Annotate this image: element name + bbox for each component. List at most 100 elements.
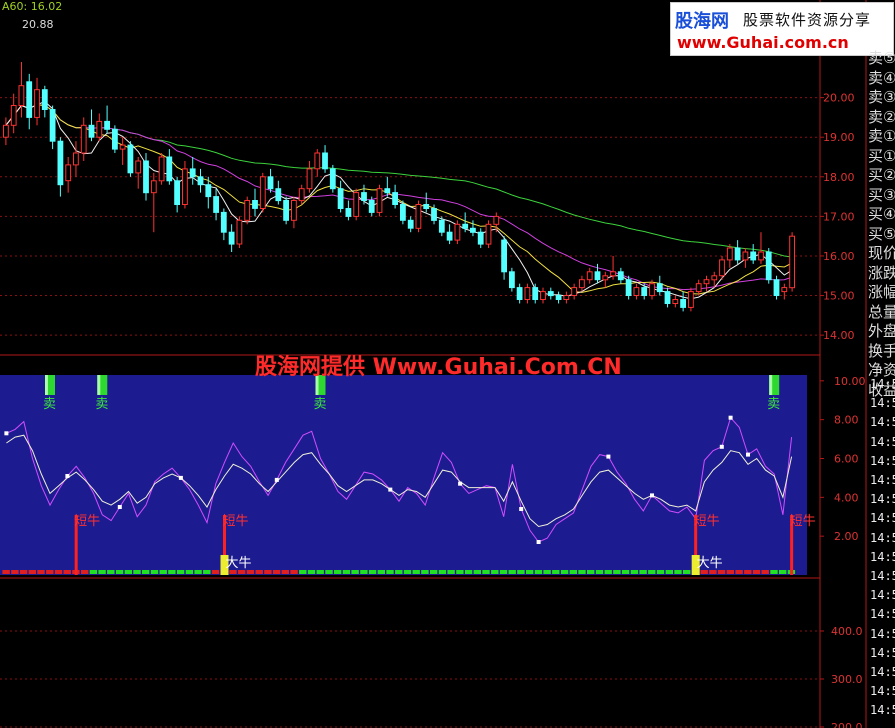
signal-strip-cell xyxy=(526,570,534,574)
signal-strip-cell xyxy=(656,570,665,574)
signal-strip-cell xyxy=(421,570,429,574)
indicator-dot xyxy=(388,487,393,492)
signal-strip-cell xyxy=(107,570,115,574)
sell-signal-label: 卖 xyxy=(95,397,108,412)
candle-body xyxy=(104,120,110,130)
signal-strip-cell xyxy=(124,570,132,574)
signal-strip-cell xyxy=(150,570,159,574)
signal-strip-cell xyxy=(552,570,560,574)
candle-body xyxy=(259,176,266,210)
candle-body xyxy=(244,200,251,221)
candle-body xyxy=(656,283,663,293)
sell-signal-highlight xyxy=(769,375,773,395)
candle-body xyxy=(524,287,531,301)
signal-strip-cell xyxy=(752,570,761,574)
sell-signal-highlight xyxy=(45,375,48,395)
time-label: 14:5 xyxy=(870,569,895,584)
candle-body xyxy=(361,192,367,202)
indicator-dot xyxy=(4,431,9,436)
ma20-line xyxy=(5,104,793,291)
signal-strip-cell xyxy=(517,570,525,574)
candle-body xyxy=(236,219,243,245)
signal-strip-cell xyxy=(674,570,682,574)
candle-body xyxy=(88,124,95,138)
indicator-dot xyxy=(178,475,183,480)
candle-body xyxy=(205,184,212,198)
quote-label: 卖① xyxy=(868,127,895,145)
signal-strip-cell xyxy=(255,570,263,574)
time-label: 14:5 xyxy=(870,434,895,449)
candle-body xyxy=(454,223,461,241)
sell-signal-highlight xyxy=(97,375,101,395)
candle-body xyxy=(485,223,492,245)
candle-body xyxy=(291,200,297,221)
signal-strip-cell xyxy=(299,570,307,574)
candle-body xyxy=(41,89,48,110)
signal-strip-cell xyxy=(613,570,621,574)
candle-body xyxy=(719,259,725,277)
indicator-dot xyxy=(536,540,541,544)
sell-signal-label: 卖 xyxy=(43,397,56,412)
candle-body xyxy=(547,291,554,297)
candle-body xyxy=(80,124,87,154)
signal-strip-cell xyxy=(621,570,630,574)
signal-strip-cell xyxy=(2,570,10,574)
candle-body xyxy=(34,89,40,118)
candle-body xyxy=(758,251,764,261)
price-tick-label: 14.00 xyxy=(823,329,855,342)
indicator-dot xyxy=(746,452,750,457)
time-label: 14:5 xyxy=(870,703,895,718)
candle-body xyxy=(649,283,655,297)
candle-body xyxy=(625,279,632,297)
candle-body xyxy=(407,219,414,229)
sell-signal-label: 卖 xyxy=(313,397,326,412)
signal-strip-cell xyxy=(430,570,438,574)
indicator-dot xyxy=(117,505,122,509)
signal-strip-cell xyxy=(98,570,106,574)
signal-strip-cell xyxy=(648,570,656,574)
candle-body xyxy=(267,176,274,190)
quote-label: 卖③ xyxy=(868,88,895,106)
candle-body xyxy=(384,188,391,194)
candle-body xyxy=(555,295,562,300)
candle-body xyxy=(688,291,694,308)
candle-body xyxy=(26,81,33,118)
quote-label: 买② xyxy=(868,166,895,184)
signal-strip-cell xyxy=(211,570,220,574)
time-label: 14:5 xyxy=(870,511,895,526)
signal-strip-cell xyxy=(560,570,569,574)
candle-body xyxy=(415,204,422,229)
candle-body xyxy=(57,140,64,186)
candle-body xyxy=(594,271,601,281)
signal-strip-cell xyxy=(46,570,54,574)
signal-strip-cell xyxy=(11,570,19,574)
volume-tick-label: 200.0 xyxy=(831,721,863,728)
candle-body xyxy=(446,231,453,241)
candle-body xyxy=(516,287,523,301)
candle-body xyxy=(773,279,780,297)
candle-body xyxy=(314,152,321,170)
indicator-tick-label: 10.00 xyxy=(834,375,866,388)
signal-strip-cell xyxy=(779,570,787,574)
price-tick-label: 16.00 xyxy=(823,250,855,263)
ma60-line xyxy=(5,104,793,258)
candle-body xyxy=(750,251,757,261)
signal-strip-cell xyxy=(534,570,543,574)
sell-signal-label: 卖 xyxy=(767,397,780,412)
signal-strip-cell xyxy=(89,570,98,574)
candle-body xyxy=(703,279,710,285)
candle-body xyxy=(438,219,445,233)
signal-strip-cell xyxy=(142,570,150,574)
indicator-dot xyxy=(519,507,524,511)
signal-strip-cell xyxy=(412,570,420,574)
candle-body xyxy=(197,176,204,186)
indicator-tick-label: 8.00 xyxy=(834,414,859,427)
signal-strip-cell xyxy=(683,570,691,574)
candle-body xyxy=(540,291,546,301)
signal-strip-cell xyxy=(665,570,673,574)
candle-body xyxy=(166,156,173,182)
signal-strip-cell xyxy=(761,570,769,574)
indicator-tick-label: 6.00 xyxy=(834,452,859,465)
signal-strip-cell xyxy=(360,570,368,574)
signal-strip-cell xyxy=(368,570,377,574)
